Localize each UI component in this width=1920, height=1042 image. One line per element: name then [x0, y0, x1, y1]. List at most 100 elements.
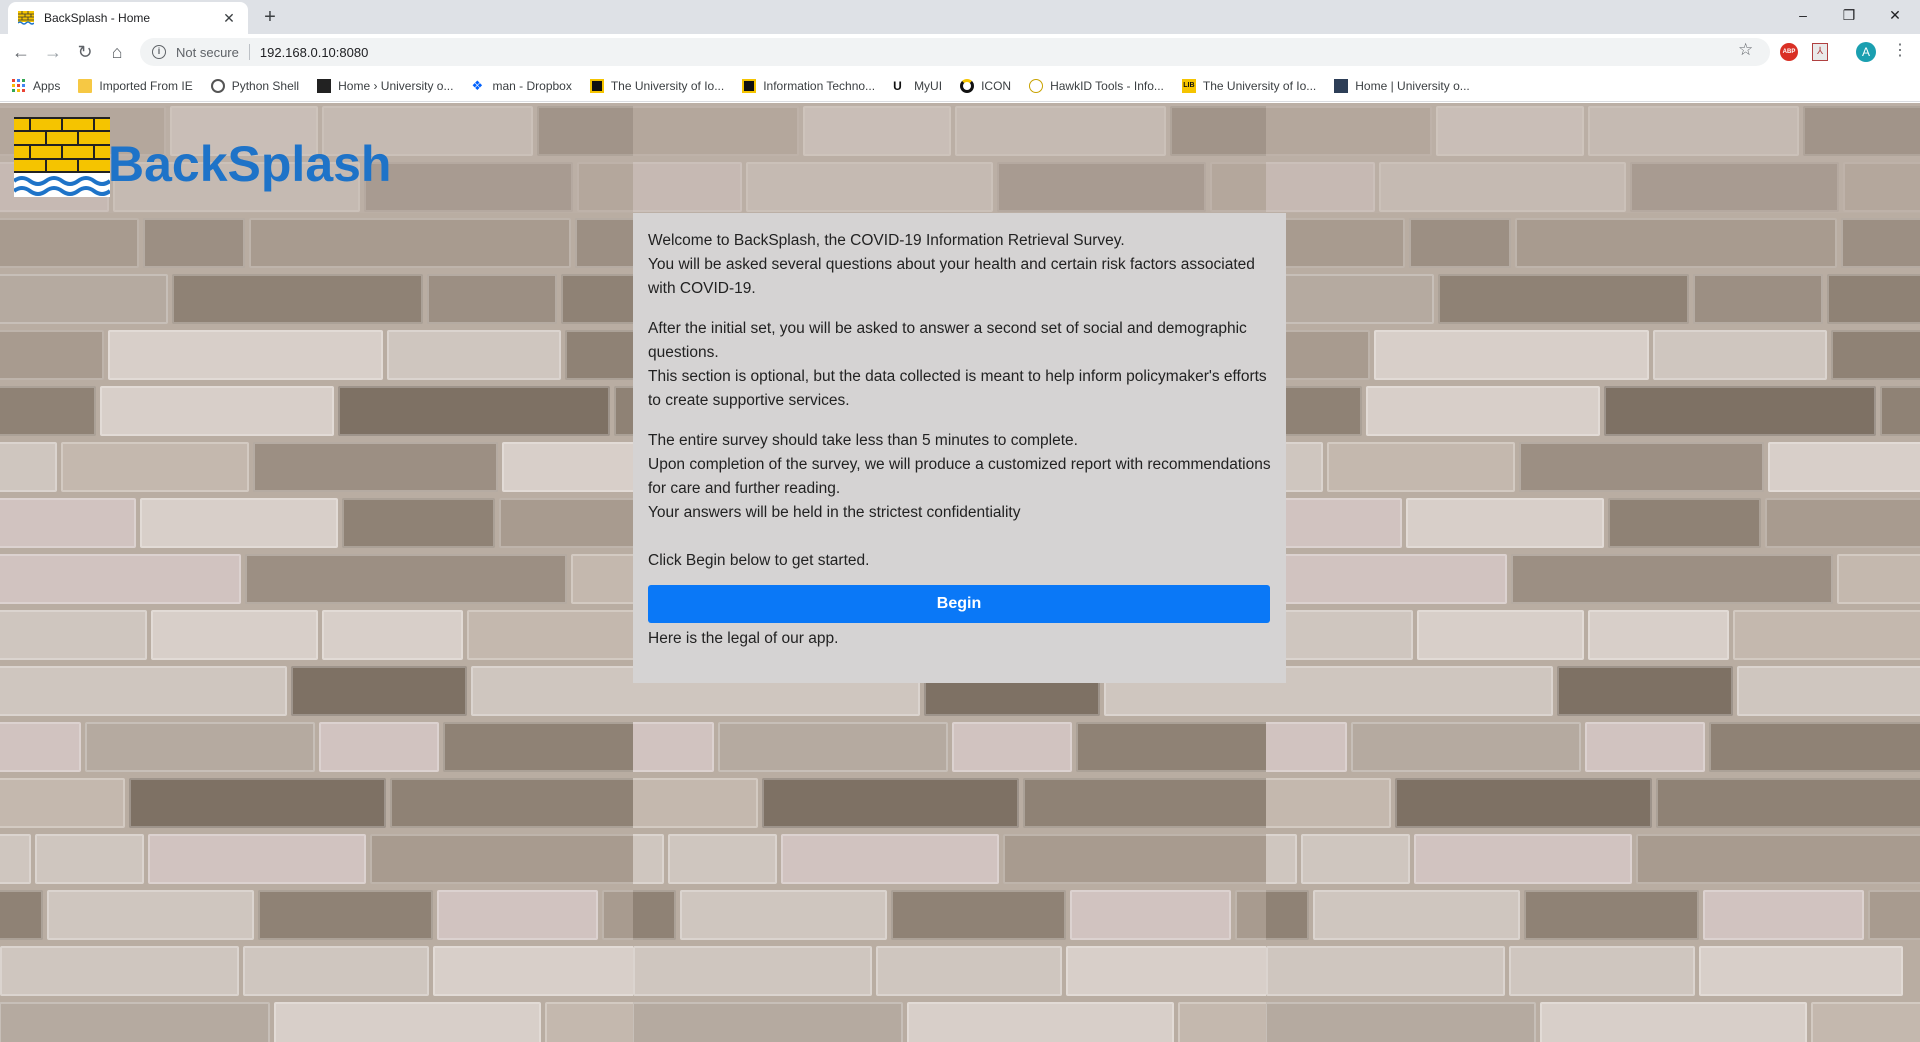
bookmark-myui[interactable]: U MyUI [893, 79, 942, 93]
brick-tile [47, 890, 254, 940]
brick-tile [633, 946, 872, 996]
bookmark-imported-from-ie[interactable]: Imported From IE [78, 78, 193, 93]
browser-menu-icon[interactable]: ⋮ [1892, 40, 1908, 60]
bookmark-label: Home | University o... [1355, 78, 1470, 93]
brick-tile [891, 890, 1066, 940]
brick-tile [876, 946, 1062, 996]
brick-tile [0, 834, 31, 884]
brick-tile [1313, 890, 1520, 940]
back-arrow-icon[interactable]: ← [8, 39, 34, 65]
bookmark-university-home[interactable]: Home › University o... [317, 78, 453, 93]
brick-tile [1266, 946, 1505, 996]
bookmark-apps[interactable]: Apps [12, 78, 60, 93]
university-icon [589, 78, 604, 93]
brick-tile [370, 834, 633, 884]
close-window-button[interactable]: ✕ [1872, 0, 1918, 30]
brick-tile [0, 330, 104, 380]
brick-tile [85, 722, 315, 772]
brick-tile [1765, 498, 1920, 548]
intro-text: Upon completion of the survey, we will p… [648, 456, 1271, 497]
brick-tile [245, 554, 567, 604]
brick-tile [0, 778, 125, 828]
intro-text: This section is optional, but the data c… [648, 368, 1267, 409]
brick-row [1266, 887, 1920, 943]
bookmark-python-shell[interactable]: Python Shell [210, 78, 300, 93]
intro-text: After the initial set, you will be asked… [648, 320, 1247, 361]
brick-row [0, 775, 633, 831]
brick-tile [1023, 778, 1266, 828]
info-icon[interactable]: i [152, 45, 166, 59]
brick-tile [1540, 1002, 1807, 1042]
brick-tile [602, 890, 633, 940]
brick-row [1266, 495, 1920, 551]
brick-tile [1178, 1002, 1266, 1042]
brick-row [1266, 775, 1920, 831]
bookmark-star-icon[interactable]: ☆ [1738, 40, 1753, 60]
brick-tile [1636, 834, 1920, 884]
bookmark-university-lib[interactable]: LIB The University of Io... [1181, 78, 1316, 93]
forward-arrow-icon[interactable]: → [40, 39, 66, 65]
bookmark-icon-site[interactable]: ICON [960, 78, 1011, 93]
brick-row [0, 663, 633, 719]
bookmark-label: Python Shell [231, 78, 300, 93]
brick-row [1266, 999, 1920, 1042]
new-tab-button[interactable]: + [258, 4, 282, 30]
browser-tab[interactable]: BackSplash - Home ✕ [8, 2, 248, 34]
brick-tile [1709, 722, 1920, 772]
url-text[interactable]: 192.168.0.10:8080 [260, 45, 368, 60]
bookmark-dropbox[interactable]: ❖ man - Dropbox [471, 78, 571, 93]
brick-row [0, 887, 633, 943]
begin-button[interactable]: Begin [648, 585, 1270, 623]
brick-tile [140, 498, 338, 548]
brick-tile [1266, 890, 1309, 940]
brick-strip [0, 103, 633, 1042]
brick-tile [253, 442, 498, 492]
tab-close-icon[interactable]: ✕ [220, 10, 238, 27]
brick-tile [249, 218, 571, 268]
brick-tile [1366, 386, 1600, 436]
brick-tile [0, 1002, 270, 1042]
brick-tile [1438, 274, 1689, 324]
restore-button[interactable]: ❐ [1826, 0, 1872, 30]
brick-row [1266, 719, 1920, 775]
brick-row [0, 439, 633, 495]
home-icon[interactable]: ⌂ [104, 39, 130, 65]
brick-row [633, 943, 1266, 999]
brick-tile [1699, 946, 1903, 996]
brick-tile [1585, 722, 1705, 772]
brick-tile [1406, 498, 1604, 548]
brick-row [1266, 327, 1920, 383]
bookmark-information-technology[interactable]: Information Techno... [742, 78, 875, 93]
address-bar[interactable]: i Not secure 192.168.0.10:8080 [140, 38, 1770, 66]
brick-tile [561, 274, 633, 324]
brick-tile [0, 666, 287, 716]
brick-row [1266, 943, 1920, 999]
bookmark-university-home-2[interactable]: Home | University o... [1334, 78, 1470, 93]
bookmarks-bar: Apps Imported From IE Python Shell Home … [0, 70, 1920, 102]
brick-tile [437, 890, 598, 940]
brand-title[interactable]: BackSplash [108, 135, 391, 193]
brick-row [1266, 215, 1920, 271]
brick-tile [1070, 890, 1231, 940]
brick-tile [1519, 442, 1764, 492]
brick-row [1266, 439, 1920, 495]
brick-tile [0, 554, 241, 604]
profile-avatar[interactable]: A [1856, 42, 1876, 62]
brick-row [0, 551, 633, 607]
bookmark-university-iowa[interactable]: The University of Io... [589, 78, 724, 93]
reload-icon[interactable]: ↻ [72, 39, 98, 65]
adblock-extension-icon[interactable]: ABP [1780, 43, 1798, 61]
brick-tile [571, 554, 633, 604]
brick-tile [762, 778, 1019, 828]
brick-tile [1395, 778, 1652, 828]
pdf-extension-icon[interactable]: ⅄ [1812, 43, 1828, 61]
brick-tile [319, 722, 439, 772]
brick-tile [1515, 218, 1837, 268]
brick-tile [1327, 442, 1515, 492]
brick-row [0, 215, 633, 271]
brick-tile [1604, 386, 1876, 436]
minimize-button[interactable]: – [1780, 0, 1826, 30]
brick-tile [1811, 1002, 1920, 1042]
bookmark-hawkid[interactable]: HawkID Tools - Info... [1029, 78, 1164, 93]
brick-tile [1827, 274, 1920, 324]
